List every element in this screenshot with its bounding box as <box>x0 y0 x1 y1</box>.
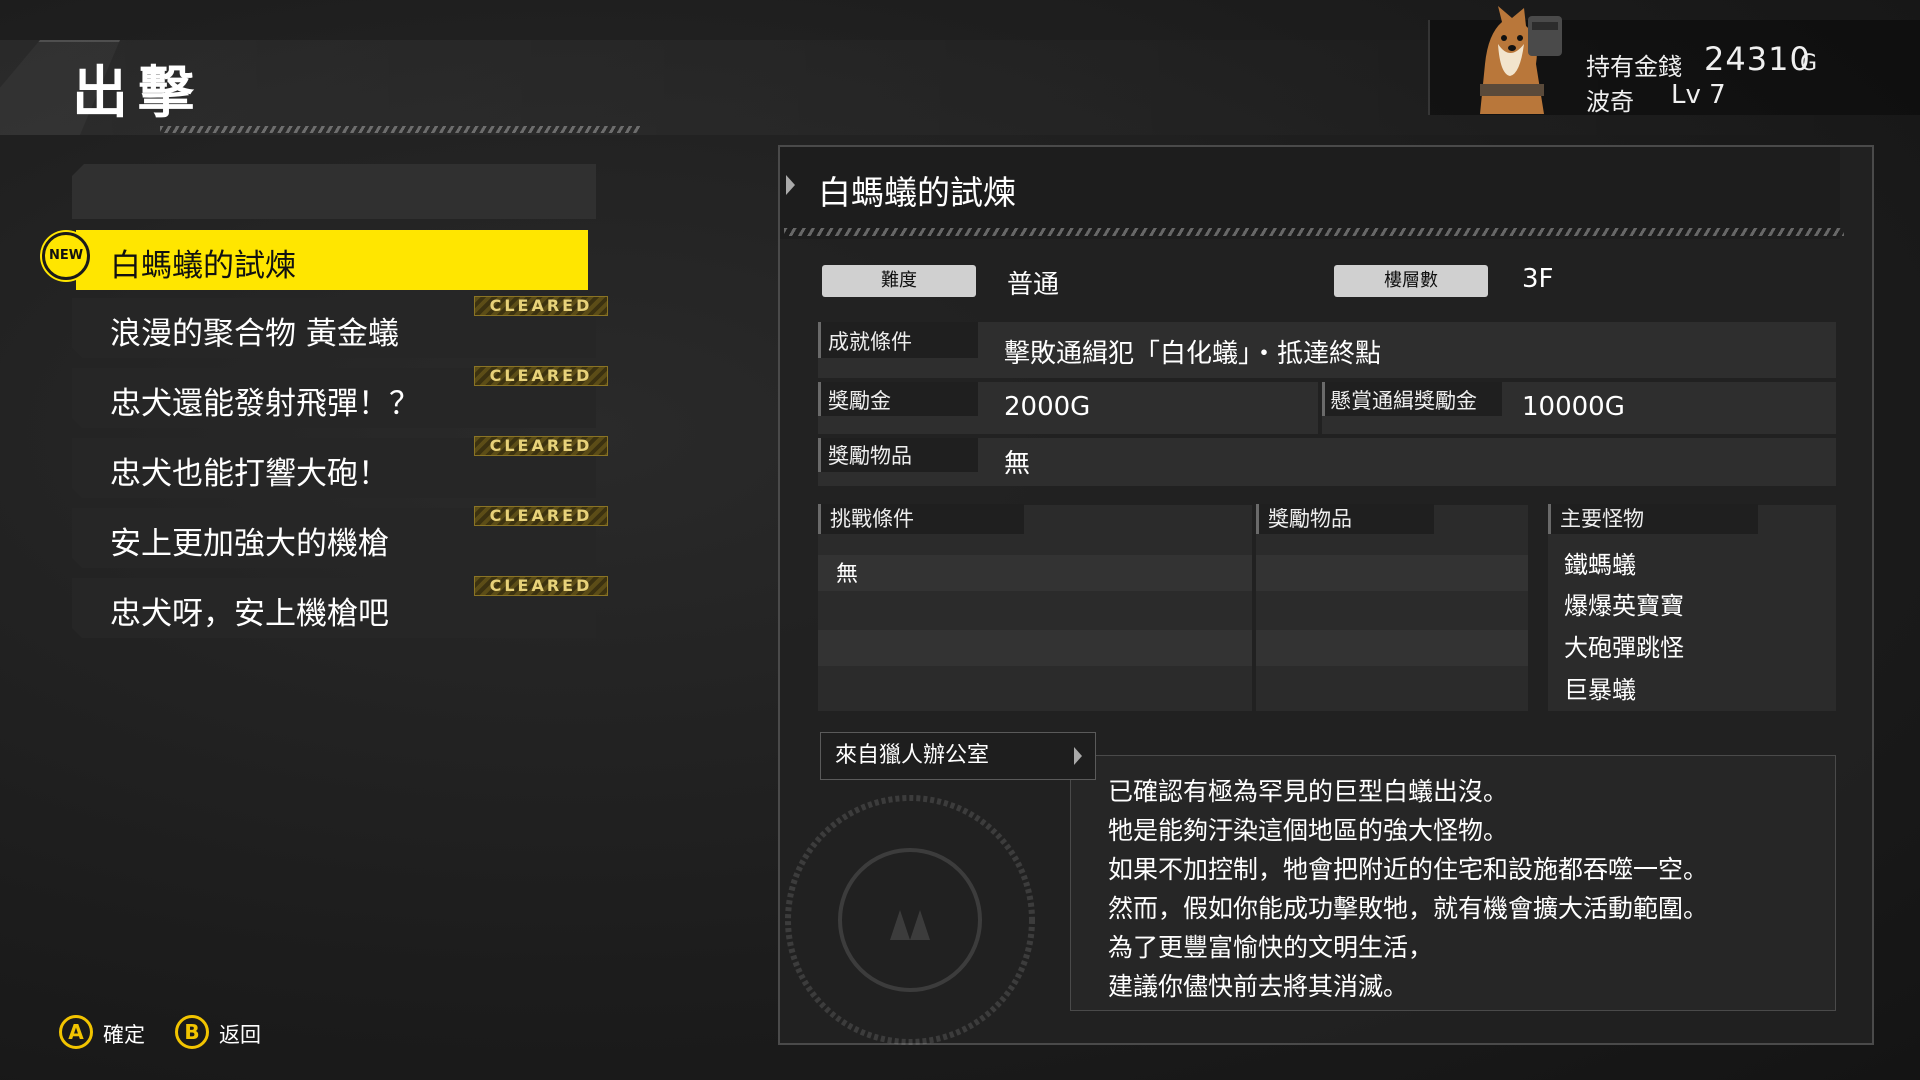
item-label: 獎勵物品 <box>828 444 912 468</box>
challenge-item-header: 獎勵物品 <box>1256 504 1434 534</box>
new-badge: NEW <box>42 232 90 280</box>
monster-name: 大砲彈跳怪 <box>1564 634 1684 662</box>
message-line: 牠是能夠汙染這個地區的強大怪物。 <box>1108 816 1509 845</box>
message-line: 然而，假如你能成功擊敗牠，就有機會擴大活動範圍。 <box>1108 894 1709 923</box>
reward-value: 2000G <box>1004 392 1091 422</box>
table-row <box>1256 555 1528 591</box>
cleared-badge: CLEARED <box>474 436 608 456</box>
monster-name: 爆爆英寶寶 <box>1564 592 1684 620</box>
cleared-badge: CLEARED <box>474 296 608 316</box>
monsters-header: 主要怪物 <box>1548 504 1758 534</box>
table-row <box>818 555 1252 591</box>
bounty-label: 懸賞通緝獎勵金 <box>1330 389 1477 413</box>
message-line: 建議你儘快前去將其消滅。 <box>1108 972 1409 1001</box>
bounty-value: 10000G <box>1522 392 1625 422</box>
challenge-item-table <box>1256 505 1528 711</box>
cleared-badge: CLEARED <box>474 366 608 386</box>
dog-avatar-icon <box>1480 6 1562 114</box>
back-label: 返回 <box>219 1023 261 1047</box>
mission-list-header <box>72 164 596 219</box>
item-value: 無 <box>1004 449 1031 479</box>
difficulty-label: 難度 <box>822 265 976 297</box>
b-button-icon[interactable]: B <box>175 1015 209 1049</box>
cleared-badge: CLEARED <box>474 576 608 596</box>
money-unit: G <box>1800 51 1818 76</box>
detail-title: 白螞蟻的試煉 <box>818 173 1016 212</box>
cleared-badge: CLEARED <box>474 506 608 526</box>
floors-label: 樓層數 <box>1334 265 1488 297</box>
mission-label: 浪漫的聚合物 黃金蟻 <box>110 316 399 352</box>
challenge-header: 挑戰條件 <box>818 504 1024 534</box>
chevron-right-icon <box>1074 747 1082 765</box>
mission-label: 白螞蟻的試煉 <box>110 248 296 284</box>
condition-label: 成就條件 <box>828 330 912 354</box>
table-row <box>1256 630 1528 666</box>
condition-value: 擊敗通緝犯「白化蟻」・抵達終點 <box>1004 339 1382 369</box>
mission-label: 忠犬也能打響大砲！ <box>110 456 389 492</box>
challenge-value: 無 <box>836 562 859 587</box>
title-hatch-divider <box>160 126 640 133</box>
money-value: 24310 <box>1704 40 1811 78</box>
floors-value: 3F <box>1522 264 1554 294</box>
chevron-right-icon <box>786 175 795 195</box>
mission-item-white-ant-trial[interactable]: 白螞蟻的試煉 <box>76 230 588 290</box>
page-title: 出擊 <box>72 61 204 126</box>
player-name: 波奇 <box>1586 88 1634 116</box>
reward-label: 獎勵金 <box>828 389 891 413</box>
table-row <box>818 630 1252 666</box>
mission-label: 忠犬還能發射飛彈！？ <box>110 386 420 422</box>
difficulty-value: 普通 <box>1007 270 1060 300</box>
confirm-label: 確定 <box>103 1023 145 1047</box>
message-line: 如果不加控制，牠會把附近的住宅和設施都吞噬一空。 <box>1108 855 1709 884</box>
message-line: 為了更豐富愉快的文明生活， <box>1108 933 1434 962</box>
challenge-table <box>818 505 1252 711</box>
mission-label: 安上更加強大的機槍 <box>110 526 389 562</box>
monster-name: 巨暴蟻 <box>1564 676 1636 704</box>
monster-name: 鐵螞蟻 <box>1564 551 1636 579</box>
a-button-icon[interactable]: A <box>59 1015 93 1049</box>
hunter-office-stamp <box>785 795 1035 1045</box>
money-label: 持有金錢 <box>1586 53 1682 81</box>
mission-label: 忠犬呀，安上機槍吧 <box>110 596 389 632</box>
player-level: Lv 7 <box>1671 80 1726 110</box>
hunter-office-tab[interactable]: 來自獵人辦公室 <box>820 732 1096 780</box>
detail-hatch-divider <box>784 228 1844 236</box>
message-line: 已確認有極為罕見的巨型白蟻出沒。 <box>1108 777 1509 806</box>
